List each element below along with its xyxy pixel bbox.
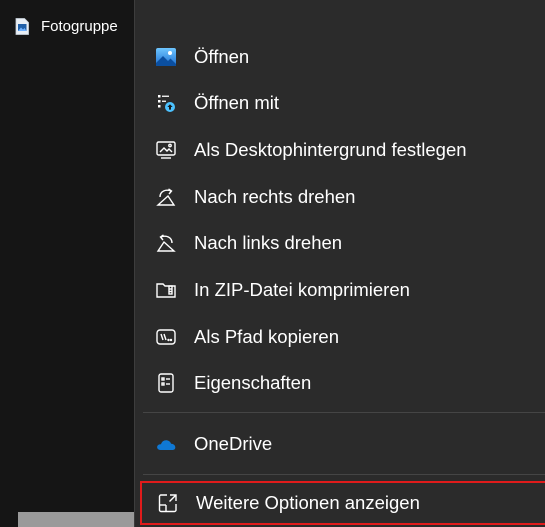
menu-item-label: In ZIP-Datei komprimieren bbox=[194, 279, 410, 300]
menu-item-label: Weitere Optionen anzeigen bbox=[196, 492, 420, 513]
menu-item-label: Als Pfad kopieren bbox=[194, 326, 340, 347]
desktop-background-icon bbox=[155, 139, 177, 161]
menu-item-rotate-right[interactable]: Nach rechts drehen bbox=[155, 175, 535, 219]
menu-item-label: Öffnen bbox=[194, 46, 250, 67]
menu-item-label: Als Desktophintergrund festlegen bbox=[194, 139, 467, 160]
photos-app-icon bbox=[155, 46, 177, 68]
menu-item-label: OneDrive bbox=[194, 433, 273, 454]
file-explorer-pane: Fotogruppe bbox=[0, 0, 134, 527]
rotate-right-icon bbox=[155, 186, 177, 208]
file-item[interactable]: Fotogruppe bbox=[15, 14, 146, 38]
menu-item-show-more-options[interactable]: Weitere Optionen anzeigen bbox=[140, 481, 545, 525]
menu-item-label: Eigenschaften bbox=[194, 372, 312, 393]
copy-path-icon bbox=[155, 326, 177, 348]
menu-item-open[interactable]: Öffnen bbox=[155, 35, 535, 79]
menu-item-set-desktop-background[interactable]: Als Desktophintergrund festlegen bbox=[155, 128, 535, 172]
menu-item-rotate-left[interactable]: Nach links drehen bbox=[155, 221, 535, 265]
context-menu: Öffnen Öffnen mit Als Desktophintergrund… bbox=[134, 0, 545, 527]
more-options-icon bbox=[157, 492, 179, 514]
menu-separator bbox=[143, 412, 545, 413]
menu-item-compress-zip[interactable]: In ZIP-Datei komprimieren bbox=[155, 268, 535, 312]
file-name: Fotogruppe bbox=[41, 17, 118, 35]
open-with-icon bbox=[155, 92, 177, 114]
onedrive-cloud-icon bbox=[155, 433, 177, 455]
menu-separator bbox=[143, 474, 545, 475]
horizontal-scrollbar[interactable] bbox=[18, 512, 134, 527]
menu-item-open-with[interactable]: Öffnen mit bbox=[155, 81, 535, 125]
rotate-left-icon bbox=[155, 232, 177, 254]
menu-item-label: Nach links drehen bbox=[194, 232, 343, 253]
zip-folder-icon bbox=[155, 279, 177, 301]
image-file-icon bbox=[15, 17, 29, 35]
menu-item-onedrive[interactable]: OneDrive bbox=[155, 422, 535, 466]
menu-item-properties[interactable]: Eigenschaften bbox=[155, 361, 535, 405]
menu-item-copy-path[interactable]: Als Pfad kopieren bbox=[155, 315, 535, 359]
menu-item-label: Öffnen mit bbox=[194, 92, 280, 113]
menu-item-label: Nach rechts drehen bbox=[194, 186, 356, 207]
properties-icon bbox=[155, 372, 177, 394]
